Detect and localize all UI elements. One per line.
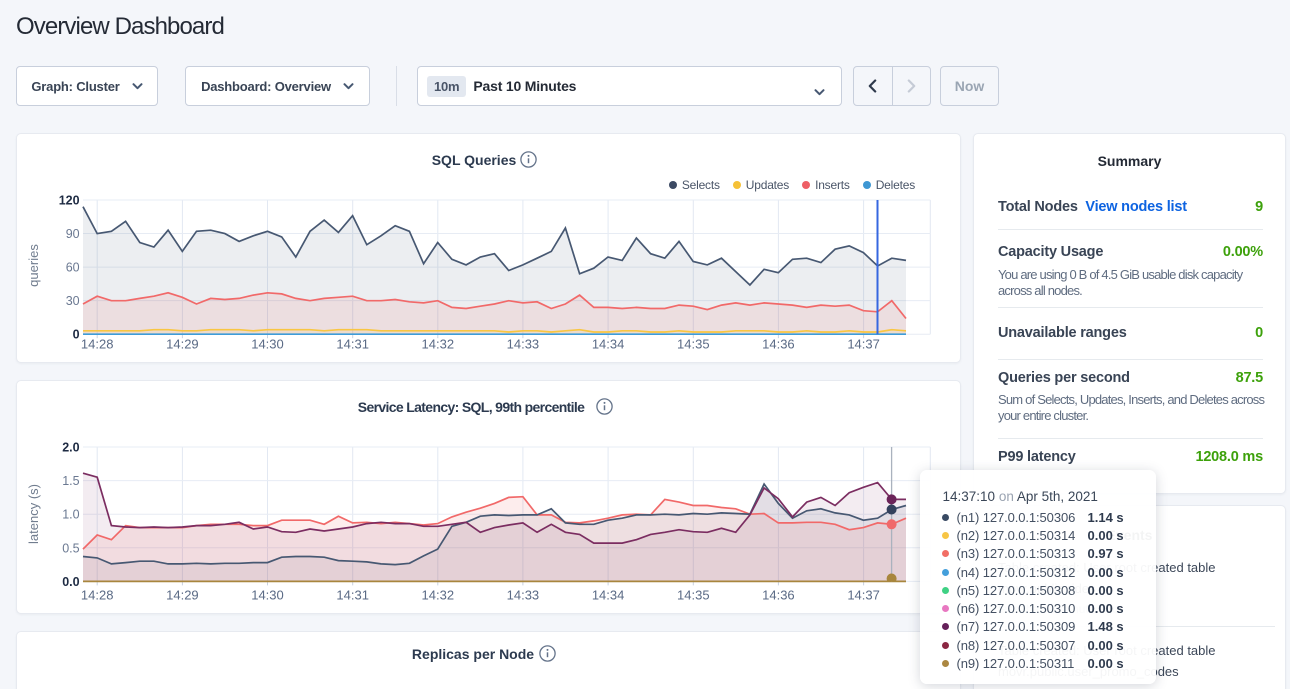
svg-text:120: 120 xyxy=(59,194,80,208)
svg-text:14:37: 14:37 xyxy=(847,336,880,351)
svg-text:14:28: 14:28 xyxy=(81,336,114,351)
svg-text:60: 60 xyxy=(66,261,80,275)
svg-text:14:37: 14:37 xyxy=(847,588,880,603)
svg-text:14:35: 14:35 xyxy=(677,588,710,603)
svg-text:14:29: 14:29 xyxy=(166,336,199,351)
svg-text:14:36: 14:36 xyxy=(762,588,795,603)
svg-text:14:34: 14:34 xyxy=(592,336,625,351)
svg-text:14:29: 14:29 xyxy=(166,588,199,603)
svg-text:14:30: 14:30 xyxy=(251,588,284,603)
svg-text:1.0: 1.0 xyxy=(62,508,79,522)
svg-text:14:31: 14:31 xyxy=(336,336,369,351)
svg-text:14:30: 14:30 xyxy=(251,336,284,351)
svg-text:30: 30 xyxy=(66,294,80,308)
svg-text:14:33: 14:33 xyxy=(507,588,540,603)
svg-text:0.5: 0.5 xyxy=(62,541,79,555)
svg-text:90: 90 xyxy=(66,227,80,241)
svg-text:0.0: 0.0 xyxy=(62,575,79,589)
svg-text:14:31: 14:31 xyxy=(336,588,369,603)
svg-text:14:34: 14:34 xyxy=(592,588,625,603)
svg-text:2.0: 2.0 xyxy=(62,441,79,455)
svg-text:1.5: 1.5 xyxy=(62,474,79,488)
svg-text:0: 0 xyxy=(73,328,80,342)
svg-text:14:32: 14:32 xyxy=(422,588,455,603)
svg-text:14:33: 14:33 xyxy=(507,336,540,351)
svg-text:queries: queries xyxy=(26,244,41,287)
svg-text:14:36: 14:36 xyxy=(762,336,795,351)
svg-text:14:35: 14:35 xyxy=(677,336,710,351)
svg-text:latency (s): latency (s) xyxy=(26,484,41,544)
svg-text:14:28: 14:28 xyxy=(81,588,114,603)
svg-text:14:32: 14:32 xyxy=(422,336,455,351)
